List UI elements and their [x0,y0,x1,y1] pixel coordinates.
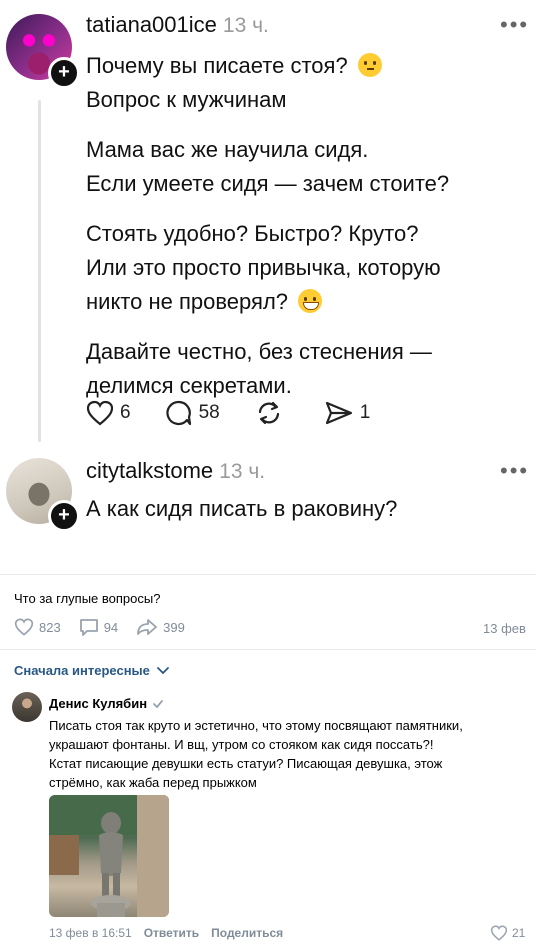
repost-button[interactable] [254,400,290,426]
comment-date: 13 фев в 16:51 [49,926,132,940]
verified-check-icon [153,699,163,708]
post1-username[interactable]: tatiana001ice [86,12,217,37]
post2-username[interactable]: citytalkstome [86,458,213,483]
post1-line: Если умеете сидя — зачем стоите? [86,171,450,196]
post1-paragraph: Давайте честно, без стеснения — делимся … [86,335,526,403]
comment-line: Кстат писающие девушки есть статуи? Писа… [49,756,443,771]
vk-post-stats: 823 94 399 [14,618,203,636]
comment-footer: 13 фев в 16:51 Ответить Поделиться [49,926,283,940]
send-icon [325,401,352,425]
post1-paragraph: Почему вы писаете стоя? Вопрос к мужчина… [86,49,526,117]
heart-icon [490,925,508,941]
follow-plus-icon[interactable]: + [48,57,80,89]
vk-repost-count: 399 [163,619,185,635]
post2-time: 13 ч. [219,460,266,483]
send-button[interactable]: 1 [324,400,371,426]
vk-repost-button[interactable]: 399 [136,618,185,636]
repost-icon [258,401,279,425]
grinning-face-icon [298,289,323,313]
vk-comment-count: 94 [103,619,119,635]
comment-line: стрёмно, как жаба перед прыжком [49,775,257,790]
share-button[interactable]: Поделиться [211,926,283,940]
thread-connector-line [38,100,41,442]
post1-line: делимся секретами. [86,373,292,398]
post1-paragraph: Мама вас же научила сидя. Если умеете си… [86,133,526,201]
comment-count: 58 [198,402,220,423]
like-button[interactable]: 6 [86,400,131,426]
post1-line: никто не проверял? [86,289,289,314]
post1-time: 13 ч. [222,14,269,37]
post1-line: Мама вас же научила сидя. [86,137,369,162]
statue-image [49,795,169,917]
post2-text: А как сидя писать в раковину? [86,496,398,521]
post1-line: Давайте честно, без стеснения — [86,339,432,364]
reply-button[interactable]: Ответить [144,926,199,940]
post1-line: Или это просто привычка, которую [86,255,441,280]
heart-icon [14,618,34,636]
section-divider [0,649,536,650]
comment-like-count: 21 [512,926,526,940]
thinking-face-icon [357,53,382,77]
comment-photo[interactable] [49,795,169,917]
post2-more-icon[interactable]: ••• [500,458,529,484]
comment-icon [79,619,98,636]
vk-like-count: 823 [39,619,61,635]
post1-text: Почему вы писаете стоя? Вопрос к мужчина… [86,49,526,419]
heart-icon [86,400,114,426]
section-divider [0,574,536,575]
comment-like-button[interactable]: 21 [490,925,525,941]
post1-more-icon[interactable]: ••• [500,12,529,38]
share-count: 1 [359,402,371,423]
like-count: 6 [120,402,131,423]
avatar[interactable] [12,692,42,722]
post1-line: Вопрос к мужчинам [86,87,287,112]
share-arrow-icon [137,619,158,635]
comment-author-row: Денис Кулябин [49,696,164,711]
sort-dropdown[interactable]: Сначала интересные [14,663,170,678]
comment-line: Писать стоя так круто и эстетично, что э… [49,718,463,733]
vk-post-date: 13 фев [483,621,526,636]
comment-text: Писать стоя так круто и эстетично, что э… [49,716,529,792]
chevron-down-icon [156,666,169,674]
post1-line: Почему вы писаете стоя? [86,53,348,78]
comment-button[interactable]: 58 [165,400,220,426]
follow-plus-icon[interactable]: + [48,500,80,532]
post2-header: citytalkstome 13 ч. [86,458,265,484]
post1-line: Стоять удобно? Быстро? Круто? [86,221,419,246]
comment-author[interactable]: Денис Кулябин [49,696,147,711]
sort-label: Сначала интересные [14,663,150,678]
vk-post-text: Что за глупые вопросы? [14,591,161,606]
vk-like-button[interactable]: 823 [14,618,61,636]
comment-bubble-icon [166,400,191,426]
vk-comment-button[interactable]: 94 [79,618,118,636]
post1-actions: 6 58 1 [86,400,404,426]
post1-header: tatiana001ice 13 ч. [86,12,269,38]
comment-line: украшают фонтаны. И вщ, утром со стояком… [49,737,434,752]
post1-paragraph: Стоять удобно? Быстро? Круто? Или это пр… [86,217,526,319]
